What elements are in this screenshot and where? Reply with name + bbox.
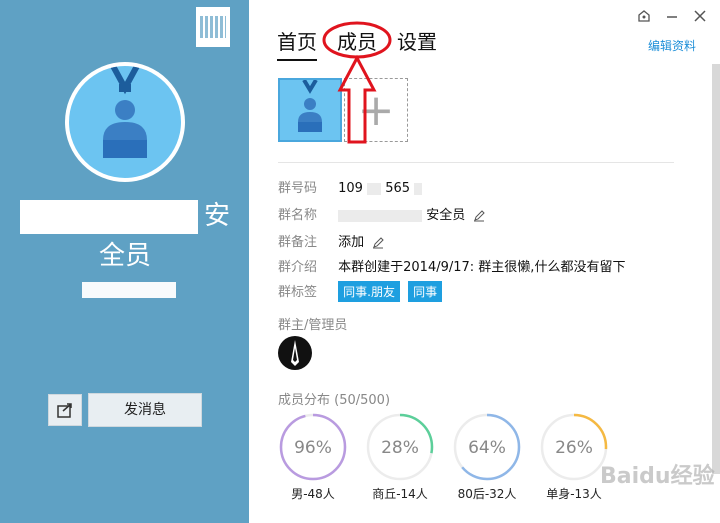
tab-members[interactable]: 成员 — [337, 26, 377, 61]
group-name: 安 全员 — [14, 196, 236, 276]
badge-person-icon — [298, 80, 322, 132]
send-message-button[interactable]: 发消息 — [88, 393, 202, 427]
add-remark-link[interactable]: 添加 — [338, 235, 364, 250]
pencil-icon[interactable] — [372, 236, 385, 249]
gauge-label: 男-48人 — [291, 487, 335, 501]
group-avatar[interactable] — [65, 62, 185, 182]
info-group-name: 群名称 安全员 — [278, 204, 486, 223]
gauge-ring: 26% — [540, 413, 608, 481]
redacted-text — [367, 182, 382, 195]
info-group-intro: 群介绍 本群创建于2014/9/17: 群主很懒,什么都没有留下 — [278, 260, 626, 275]
info-group-remark: 群备注 添加 — [278, 231, 385, 250]
watermark: Baidu经验 — [600, 464, 715, 489]
gauge-label: 商丘-14人 — [372, 487, 428, 501]
admins-title: 群主/管理员 — [278, 318, 348, 333]
gauge-ring: 96% — [279, 413, 347, 481]
redacted-text — [19, 199, 198, 234]
minimize-icon[interactable] — [664, 8, 680, 24]
share-icon — [57, 403, 72, 418]
gauge-percent: 96% — [294, 438, 332, 458]
share-button[interactable] — [48, 394, 82, 426]
redacted-subtitle — [82, 282, 176, 298]
gauge-ring: 64% — [453, 413, 521, 481]
gauge-percent: 64% — [468, 438, 506, 458]
redacted-text — [414, 182, 423, 195]
redacted-text — [338, 209, 423, 222]
info-group-number: 群号码 109 565 — [278, 177, 423, 196]
pencil-icon[interactable] — [473, 209, 486, 222]
gauge-label: 80后-32人 — [457, 487, 517, 501]
plus-icon: + — [357, 84, 395, 136]
skin-icon[interactable] — [636, 8, 652, 24]
admin-avatar[interactable] — [278, 336, 312, 370]
divider — [278, 162, 674, 163]
compass-icon — [291, 340, 299, 366]
add-photo-button[interactable]: + — [344, 78, 408, 142]
info-group-tags: 群标签 同事.朋友 同事 — [278, 281, 446, 302]
gauge-percent: 26% — [555, 438, 593, 458]
badge-person-icon — [103, 66, 147, 158]
distribution-title: 成员分布 (50/500) — [278, 393, 391, 408]
tag-chip[interactable]: 同事 — [408, 281, 443, 302]
tag-chip[interactable]: 同事.朋友 — [338, 281, 400, 302]
group-photo[interactable] — [278, 78, 342, 142]
edit-profile-link[interactable]: 编辑资料 — [648, 37, 696, 54]
scrollbar[interactable] — [712, 64, 720, 474]
qr-code-icon[interactable] — [196, 7, 230, 47]
tab-home[interactable]: 首页 — [277, 26, 317, 61]
tab-settings[interactable]: 设置 — [397, 26, 437, 61]
close-icon[interactable] — [692, 8, 708, 24]
gauge-percent: 28% — [381, 438, 419, 458]
gauge-ring: 28% — [366, 413, 434, 481]
profile-panel: 安 全员 发消息 — [0, 0, 249, 523]
tab-bar: 首页 成员 设置 — [277, 26, 457, 61]
